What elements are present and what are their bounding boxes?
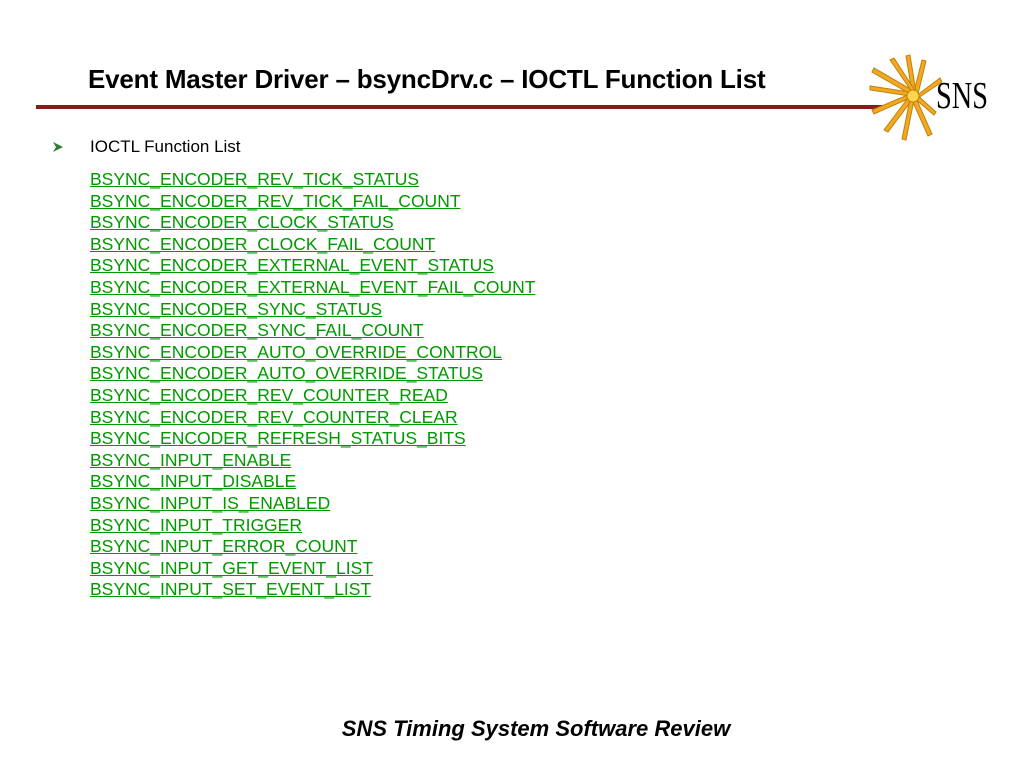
list-item: BSYNC_ENCODER_REV_COUNTER_CLEAR <box>90 407 535 429</box>
ioctl-link[interactable]: BSYNC_ENCODER_AUTO_OVERRIDE_CONTROL <box>90 342 502 362</box>
ioctl-link[interactable]: BSYNC_INPUT_TRIGGER <box>90 515 302 535</box>
ioctl-link[interactable]: BSYNC_ENCODER_SYNC_FAIL_COUNT <box>90 320 424 340</box>
list-item: BSYNC_INPUT_TRIGGER <box>90 515 535 537</box>
ioctl-link[interactable]: BSYNC_INPUT_ERROR_COUNT <box>90 536 357 556</box>
ioctl-link[interactable]: BSYNC_INPUT_SET_EVENT_LIST <box>90 579 371 599</box>
ioctl-link[interactable]: BSYNC_ENCODER_EXTERNAL_EVENT_FAIL_COUNT <box>90 277 535 297</box>
ioctl-link[interactable]: BSYNC_ENCODER_CLOCK_FAIL_COUNT <box>90 234 435 254</box>
bullet-label: IOCTL Function List <box>90 137 241 156</box>
ioctl-link[interactable]: BSYNC_ENCODER_SYNC_STATUS <box>90 299 382 319</box>
ioctl-link[interactable]: BSYNC_ENCODER_CLOCK_STATUS <box>90 212 394 232</box>
ioctl-link[interactable]: BSYNC_INPUT_IS_ENABLED <box>90 493 330 513</box>
list-item: BSYNC_ENCODER_CLOCK_STATUS <box>90 212 535 234</box>
list-item: BSYNC_ENCODER_CLOCK_FAIL_COUNT <box>90 234 535 256</box>
ioctl-link[interactable]: BSYNC_ENCODER_REV_TICK_FAIL_COUNT <box>90 191 461 211</box>
list-item: BSYNC_ENCODER_REV_COUNTER_READ <box>90 385 535 407</box>
ioctl-link[interactable]: BSYNC_INPUT_DISABLE <box>90 471 296 491</box>
ioctl-link[interactable]: BSYNC_ENCODER_AUTO_OVERRIDE_STATUS <box>90 363 483 383</box>
title-divider <box>36 105 884 109</box>
list-item: BSYNC_ENCODER_SYNC_STATUS <box>90 299 535 321</box>
list-item: BSYNC_ENCODER_REV_TICK_FAIL_COUNT <box>90 191 535 213</box>
ioctl-link[interactable]: BSYNC_INPUT_GET_EVENT_LIST <box>90 558 373 578</box>
bullet-item: IOCTL Function List <box>52 137 241 157</box>
list-item: BSYNC_ENCODER_EXTERNAL_EVENT_FAIL_COUNT <box>90 277 535 299</box>
ioctl-link[interactable]: BSYNC_ENCODER_EXTERNAL_EVENT_STATUS <box>90 255 494 275</box>
list-item: BSYNC_INPUT_IS_ENABLED <box>90 493 535 515</box>
list-item: BSYNC_INPUT_DISABLE <box>90 471 535 493</box>
list-item: BSYNC_ENCODER_SYNC_FAIL_COUNT <box>90 320 535 342</box>
list-item: BSYNC_ENCODER_REV_TICK_STATUS <box>90 169 535 191</box>
list-item: BSYNC_ENCODER_REFRESH_STATUS_BITS <box>90 428 535 450</box>
list-item: BSYNC_INPUT_ERROR_COUNT <box>90 536 535 558</box>
ioctl-link[interactable]: BSYNC_INPUT_ENABLE <box>90 450 291 470</box>
slide-title: Event Master Driver – bsyncDrv.c – IOCTL… <box>88 64 766 94</box>
list-item: BSYNC_ENCODER_EXTERNAL_EVENT_STATUS <box>90 255 535 277</box>
list-item: BSYNC_ENCODER_AUTO_OVERRIDE_CONTROL <box>90 342 535 364</box>
ioctl-link[interactable]: BSYNC_ENCODER_REV_TICK_STATUS <box>90 169 419 189</box>
starburst-icon <box>869 54 943 141</box>
list-item: BSYNC_INPUT_GET_EVENT_LIST <box>90 558 535 580</box>
logo-text: SNS <box>936 75 988 117</box>
arrow-bullet-icon <box>53 142 63 152</box>
list-item: BSYNC_INPUT_SET_EVENT_LIST <box>90 579 535 601</box>
sns-logo-icon: SNS <box>869 54 988 141</box>
ioctl-function-list: BSYNC_ENCODER_REV_TICK_STATUS BSYNC_ENCO… <box>90 169 535 601</box>
ioctl-link[interactable]: BSYNC_ENCODER_REV_COUNTER_CLEAR <box>90 407 458 427</box>
slide-footer: SNS Timing System Software Review <box>341 716 731 741</box>
ioctl-link[interactable]: BSYNC_ENCODER_REV_COUNTER_READ <box>90 385 448 405</box>
list-item: BSYNC_ENCODER_AUTO_OVERRIDE_STATUS <box>90 363 535 385</box>
ioctl-link[interactable]: BSYNC_ENCODER_REFRESH_STATUS_BITS <box>90 428 466 448</box>
list-item: BSYNC_INPUT_ENABLE <box>90 450 535 472</box>
